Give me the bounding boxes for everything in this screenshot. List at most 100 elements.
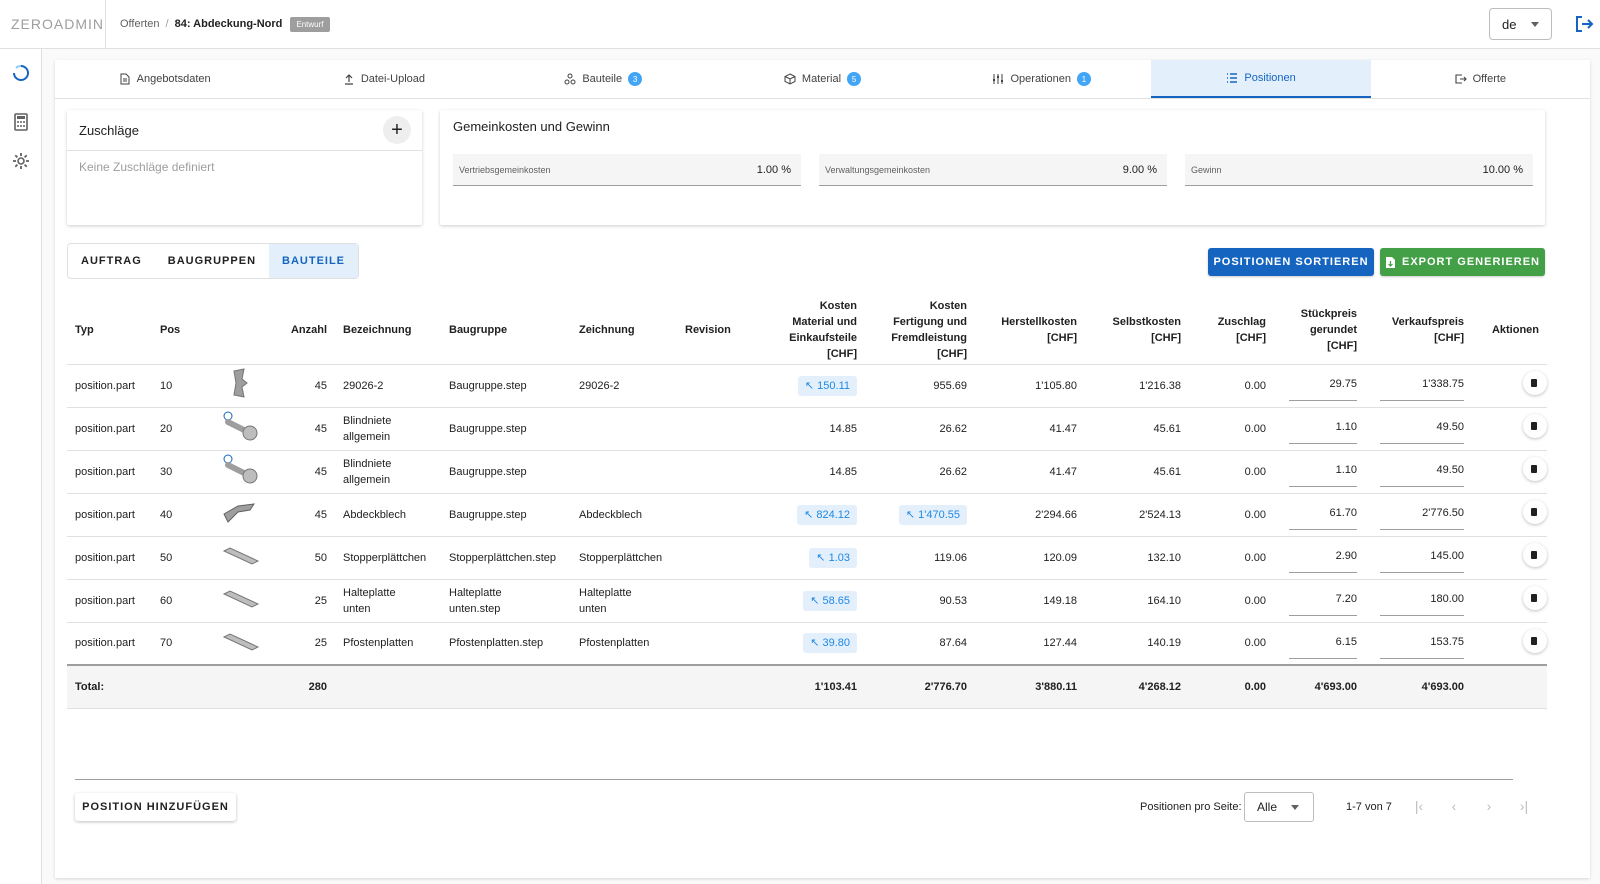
col-anzahl[interactable]: Anzahl [272, 296, 335, 365]
tab-datei-upload[interactable]: Datei-Upload [274, 60, 493, 98]
rivet-icon[interactable] [212, 407, 272, 451]
toggle-auftrag[interactable]: AUFTRAG [68, 244, 155, 278]
plate-icon[interactable] [212, 536, 272, 580]
col-typ[interactable]: Typ [67, 296, 152, 365]
col-revision[interactable]: Revision [677, 296, 747, 365]
verkaufspreis-input[interactable]: 145.00 [1380, 542, 1464, 573]
last-page-icon[interactable]: ›| [1516, 798, 1532, 814]
previous-page-icon[interactable]: ‹ [1446, 798, 1462, 814]
sliders-icon [993, 74, 1004, 84]
table-row[interactable]: position.part 20 45 Blindniete allgemein Baug… [67, 407, 1547, 451]
delete-icon[interactable] [1523, 414, 1547, 438]
add-position-button[interactable]: POSITION HINZUFÜGEN [75, 793, 236, 821]
breadcrumb: Offerten / 84: Abdeckung-Nord Entwurf [120, 16, 330, 32]
toggle-bauteile[interactable]: BAUTEILE [269, 244, 359, 278]
delete-icon[interactable] [1523, 371, 1547, 395]
text-line: Halteplatte [579, 586, 632, 599]
main-card: Angebotsdaten Datei-Upload Bauteile 3 Ma… [55, 60, 1590, 878]
total-zuschlag: 0.00 [1189, 664, 1274, 709]
tab-offerte[interactable]: Offerte [1371, 60, 1590, 98]
verkaufspreis-input[interactable]: 153.75 [1380, 628, 1464, 659]
verkaufspreis-input[interactable]: 2'776.50 [1380, 499, 1464, 530]
table-row[interactable]: position.part 30 45 Blindniete allgemein Baug… [67, 450, 1547, 494]
linked-cost-chip[interactable]: ↖ 1'470.55 [898, 504, 967, 525]
col-zeichnung[interactable]: Zeichnung [571, 296, 677, 365]
bracket-part-icon[interactable] [212, 364, 272, 408]
table-row[interactable]: position.part 60 25 Halteplatte unten Haltepl… [67, 579, 1547, 623]
plate-icon[interactable] [212, 622, 272, 666]
text-line: Stopperplättchen [343, 551, 427, 564]
cell-typ: position.part [67, 364, 152, 408]
language-select[interactable]: de [1489, 8, 1552, 40]
linked-cost-chip[interactable]: ↖ 58.65 [803, 590, 857, 611]
verkaufspreis-input[interactable]: 49.50 [1380, 413, 1464, 444]
stueckpreis-input[interactable]: 29.75 [1289, 370, 1357, 401]
col-herstellkosten[interactable]: Herstellkosten [CHF] [975, 296, 1085, 365]
col-kosten-fertigung[interactable]: Kosten Fertigung und Fremdleistung [CHF] [865, 296, 975, 365]
linked-cost-chip[interactable]: ↖ 824.12 [797, 504, 857, 525]
verkaufspreis-input[interactable]: 49.50 [1380, 456, 1464, 487]
col-selbstkosten[interactable]: Selbstkosten [CHF] [1085, 296, 1189, 365]
cell-kosten-material: ↖ 39.80 [747, 622, 865, 666]
stueckpreis-input[interactable]: 7.20 [1289, 585, 1357, 616]
verwaltungsgemeinkosten-field[interactable]: Verwaltungsgemeinkosten 9.00 % [819, 154, 1167, 186]
rivet-icon[interactable] [212, 450, 272, 494]
delete-icon[interactable] [1523, 500, 1547, 524]
delete-icon[interactable] [1523, 543, 1547, 567]
delete-icon[interactable] [1523, 629, 1547, 653]
header-line: Stückpreis [1300, 307, 1357, 320]
tab-operationen[interactable]: Operationen 1 [932, 60, 1151, 98]
tab-angebotsdaten[interactable]: Angebotsdaten [55, 60, 274, 98]
total-herstell: 3'880.11 [975, 664, 1085, 709]
linked-cost-chip[interactable]: ↖ 1.03 [809, 547, 857, 568]
col-verkaufspreis[interactable]: Verkaufspreis [CHF] [1365, 296, 1472, 365]
gear-icon[interactable] [11, 151, 31, 171]
gewinn-field[interactable]: Gewinn 10.00 % [1185, 154, 1533, 186]
cost-value: 824.12 [816, 508, 850, 521]
next-page-icon[interactable]: › [1481, 798, 1497, 814]
col-pos[interactable]: Pos [152, 296, 212, 365]
stueckpreis-input[interactable]: 2.90 [1289, 542, 1357, 573]
stueckpreis-input[interactable]: 61.70 [1289, 499, 1357, 530]
col-kosten-material[interactable]: Kosten Material und Einkaufsteile [CHF] [747, 296, 865, 365]
tab-bauteile[interactable]: Bauteile 3 [494, 60, 713, 98]
first-page-icon[interactable]: |‹ [1411, 798, 1427, 814]
tab-positionen[interactable]: Positionen [1151, 60, 1371, 98]
delete-icon[interactable] [1523, 457, 1547, 481]
table-row[interactable]: position.part 40 45 Abdeckblech Baugruppe.st… [67, 493, 1547, 537]
verkaufspreis-input[interactable]: 1'338.75 [1380, 370, 1464, 401]
text-line: unten [343, 602, 371, 615]
breadcrumb-offerten-link[interactable]: Offerten [120, 18, 160, 30]
table-row[interactable]: position.part 50 50 Stopperplättchen Stopper… [67, 536, 1547, 580]
total-selbst: 4'268.12 [1085, 664, 1189, 709]
table-row[interactable]: position.part 10 45 29026-2 Baugruppe.step 29… [67, 364, 1547, 408]
col-stueckpreis[interactable]: Stückpreis gerundet [CHF] [1274, 296, 1365, 365]
col-baugruppe[interactable]: Baugruppe [441, 296, 571, 365]
linked-cost-chip[interactable]: ↖ 150.11 [797, 375, 857, 396]
delete-icon[interactable] [1523, 586, 1547, 610]
tab-material[interactable]: Material 5 [713, 60, 932, 98]
verkaufspreis-input[interactable]: 180.00 [1380, 585, 1464, 616]
vertriebsgemeinkosten-field[interactable]: Vertriebsgemeinkosten 1.00 % [453, 154, 801, 186]
plate-icon[interactable] [212, 579, 272, 623]
add-surcharge-button[interactable]: + [383, 116, 411, 144]
cell-anzahl: 25 [272, 622, 335, 666]
linked-cost-chip[interactable]: ↖ 39.80 [803, 633, 857, 654]
cell-stueckpreis: 7.20 [1274, 579, 1365, 623]
stueckpreis-input[interactable]: 1.10 [1289, 413, 1357, 444]
per-page-select[interactable]: Alle [1244, 792, 1314, 822]
table-row[interactable]: position.part 70 25 Pfostenplatten Pfostenpl… [67, 622, 1547, 666]
cell-anzahl: 50 [272, 536, 335, 580]
sheet-part-icon[interactable] [212, 493, 272, 537]
calculator-icon[interactable] [11, 112, 31, 132]
empty-cell [677, 664, 747, 709]
stueckpreis-input[interactable]: 1.10 [1289, 456, 1357, 487]
app-logo[interactable]: ZEROADMIN [0, 0, 106, 49]
sort-positions-button[interactable]: POSITIONEN SORTIEREN [1208, 248, 1374, 276]
stueckpreis-input[interactable]: 6.15 [1289, 628, 1357, 659]
toggle-baugruppen[interactable]: BAUGRUPPEN [155, 244, 269, 278]
logout-icon[interactable] [1574, 14, 1594, 34]
col-bezeichnung[interactable]: Bezeichnung [335, 296, 441, 365]
col-zuschlag[interactable]: Zuschlag [CHF] [1189, 296, 1274, 365]
export-button[interactable]: EXPORT GENERIEREN [1380, 248, 1545, 276]
